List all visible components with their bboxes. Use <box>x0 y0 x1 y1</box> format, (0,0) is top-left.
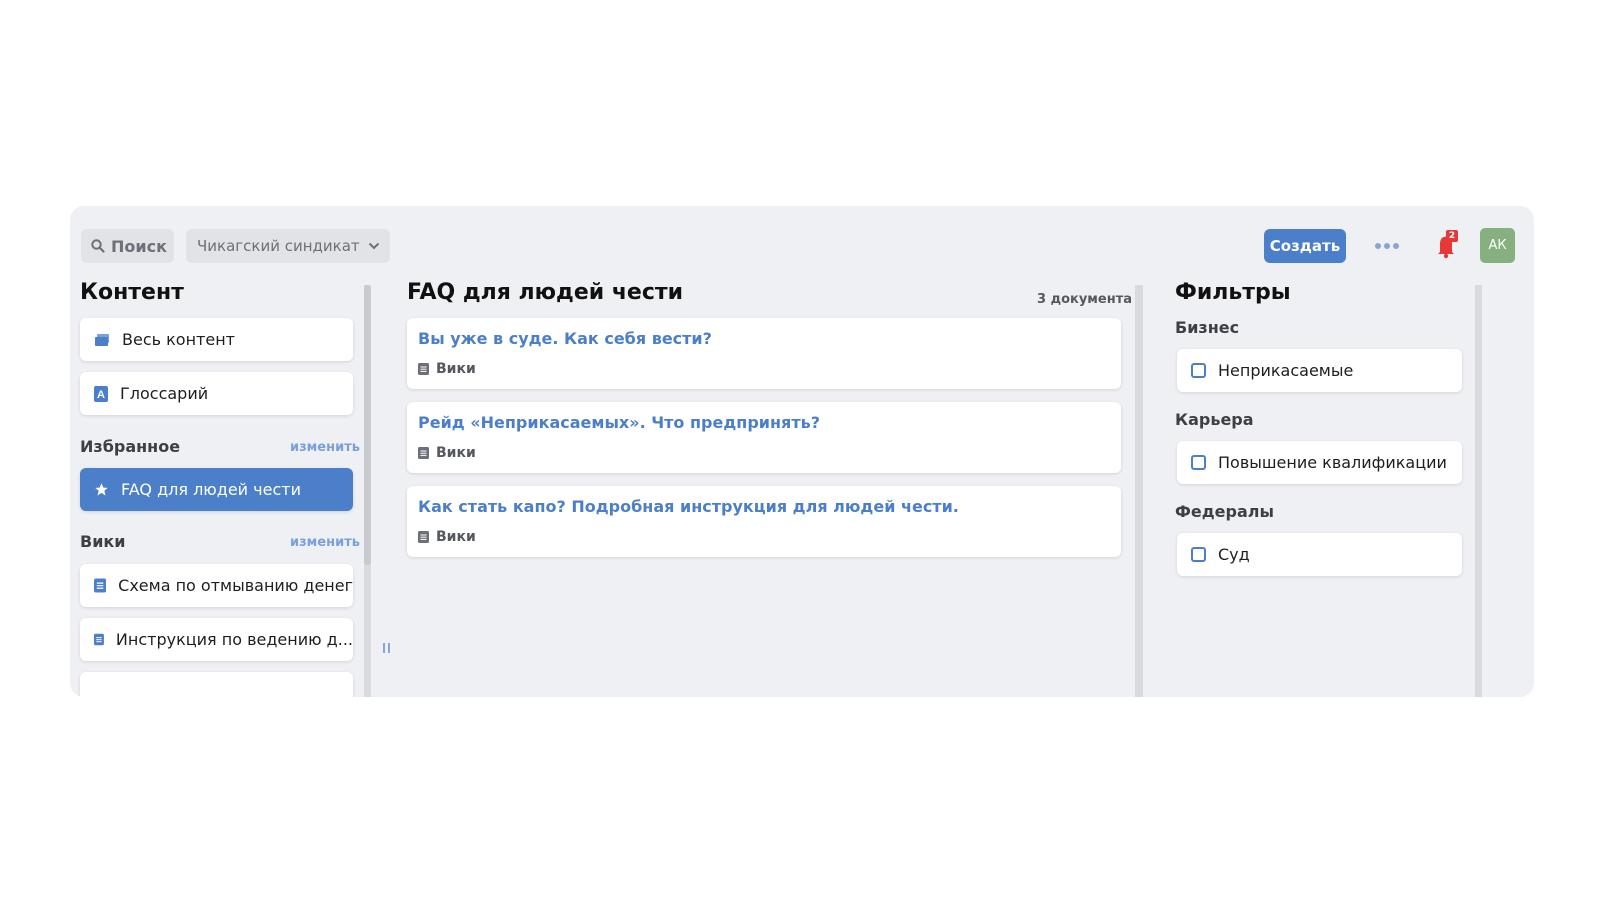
filter-option[interactable]: Неприкасаемые <box>1177 349 1462 392</box>
workspace-select[interactable]: Чикагский синдикат <box>186 229 390 263</box>
filter-option-label: Повышение квалификации <box>1218 453 1447 472</box>
chevron-down-icon <box>368 242 379 250</box>
sidebar-scrollbar-thumb[interactable] <box>364 285 371 565</box>
create-button[interactable]: Создать <box>1264 229 1346 263</box>
wiki-doc-icon <box>418 363 429 375</box>
document-type: Вики <box>436 529 476 545</box>
wiki-label: Вики <box>80 532 126 551</box>
document-meta: Вики <box>418 529 476 545</box>
more-button[interactable] <box>1372 236 1402 256</box>
sidebar-title: Контент <box>80 280 184 305</box>
avatar[interactable]: АК <box>1480 228 1515 263</box>
document-card[interactable]: Вы уже в суде. Как себя вести? Вики <box>407 318 1121 389</box>
sidebar-item-label: FAQ для людей чести <box>121 480 301 499</box>
filter-option-label: Неприкасаемые <box>1218 361 1354 380</box>
document-card[interactable]: Рейд «Неприкасаемых». Что предпринять? В… <box>407 402 1121 473</box>
more-dots-icon <box>1375 243 1381 249</box>
sidebar-item-faq[interactable]: FAQ для людей чести <box>80 468 353 511</box>
search-label: Поиск <box>111 236 167 256</box>
checkbox[interactable] <box>1191 547 1206 562</box>
checkbox[interactable] <box>1191 455 1206 470</box>
document-title[interactable]: Вы уже в суде. Как себя вести? <box>418 329 712 348</box>
sidebar-item-label: Инструкция по ведению д... <box>115 630 353 649</box>
sidebar-item-all-content[interactable]: Весь контент <box>80 318 353 361</box>
document-type: Вики <box>436 445 476 461</box>
favorites-label: Избранное <box>80 437 181 456</box>
wiki-doc-icon <box>418 447 429 459</box>
filter-group-label: Карьера <box>1175 410 1254 429</box>
sidebar-item-wiki[interactable]: Инструкция по ведению д... <box>80 618 353 661</box>
document-title[interactable]: Рейд «Неприкасаемых». Что предпринять? <box>418 413 820 432</box>
favorites-edit-link[interactable]: изменить <box>290 440 360 455</box>
glossary-icon: A <box>94 385 108 402</box>
filter-option-label: Суд <box>1218 545 1250 564</box>
sidebar-item-partial[interactable] <box>80 672 353 697</box>
filters-scrollbar-track[interactable] <box>1475 285 1482 697</box>
notification-badge: 2 <box>1446 230 1458 242</box>
wiki-doc-icon <box>418 531 429 543</box>
filter-option[interactable]: Повышение квалификации <box>1177 441 1462 484</box>
wiki-edit-link[interactable]: изменить <box>290 535 360 550</box>
sidebar-item-wiki[interactable]: Схема по отмыванию денег <box>80 564 353 607</box>
sidebar-item-glossary[interactable]: A Глоссарий <box>80 372 353 415</box>
document-card[interactable]: Как стать капо? Подробная инструкция для… <box>407 486 1121 557</box>
filter-group-label: Федералы <box>1175 502 1274 521</box>
document-title[interactable]: Как стать капо? Подробная инструкция для… <box>418 497 959 516</box>
search-button[interactable]: Поиск <box>81 229 174 263</box>
search-icon <box>91 239 105 253</box>
checkbox[interactable] <box>1191 363 1206 378</box>
sidebar-item-label: Глоссарий <box>120 384 209 403</box>
filter-option[interactable]: Суд <box>1177 533 1462 576</box>
document-icon <box>94 578 107 593</box>
notifications-button[interactable]: 2 <box>1430 228 1464 262</box>
document-meta: Вики <box>418 361 476 377</box>
document-count: 3 документа <box>1037 292 1133 307</box>
sidebar-item-label: Весь контент <box>122 330 235 349</box>
collapse-handle-icon[interactable] <box>383 643 393 657</box>
document-meta: Вики <box>418 445 476 461</box>
filter-group-label: Бизнес <box>1175 318 1240 337</box>
document-type: Вики <box>436 361 476 377</box>
app-window: Поиск Чикагский синдикат Создать 2 АК Ко… <box>70 206 1534 697</box>
panel-divider[interactable] <box>1135 285 1143 697</box>
sidebar-item-label: Схема по отмыванию денег <box>118 576 353 595</box>
folder-icon <box>95 333 109 346</box>
page-title: FAQ для людей чести <box>407 280 684 305</box>
workspace-label: Чикагский синдикат <box>197 237 360 255</box>
document-icon <box>94 633 104 646</box>
svg-text:A: A <box>97 389 105 401</box>
star-icon <box>95 483 108 496</box>
filters-title: Фильтры <box>1175 280 1291 305</box>
